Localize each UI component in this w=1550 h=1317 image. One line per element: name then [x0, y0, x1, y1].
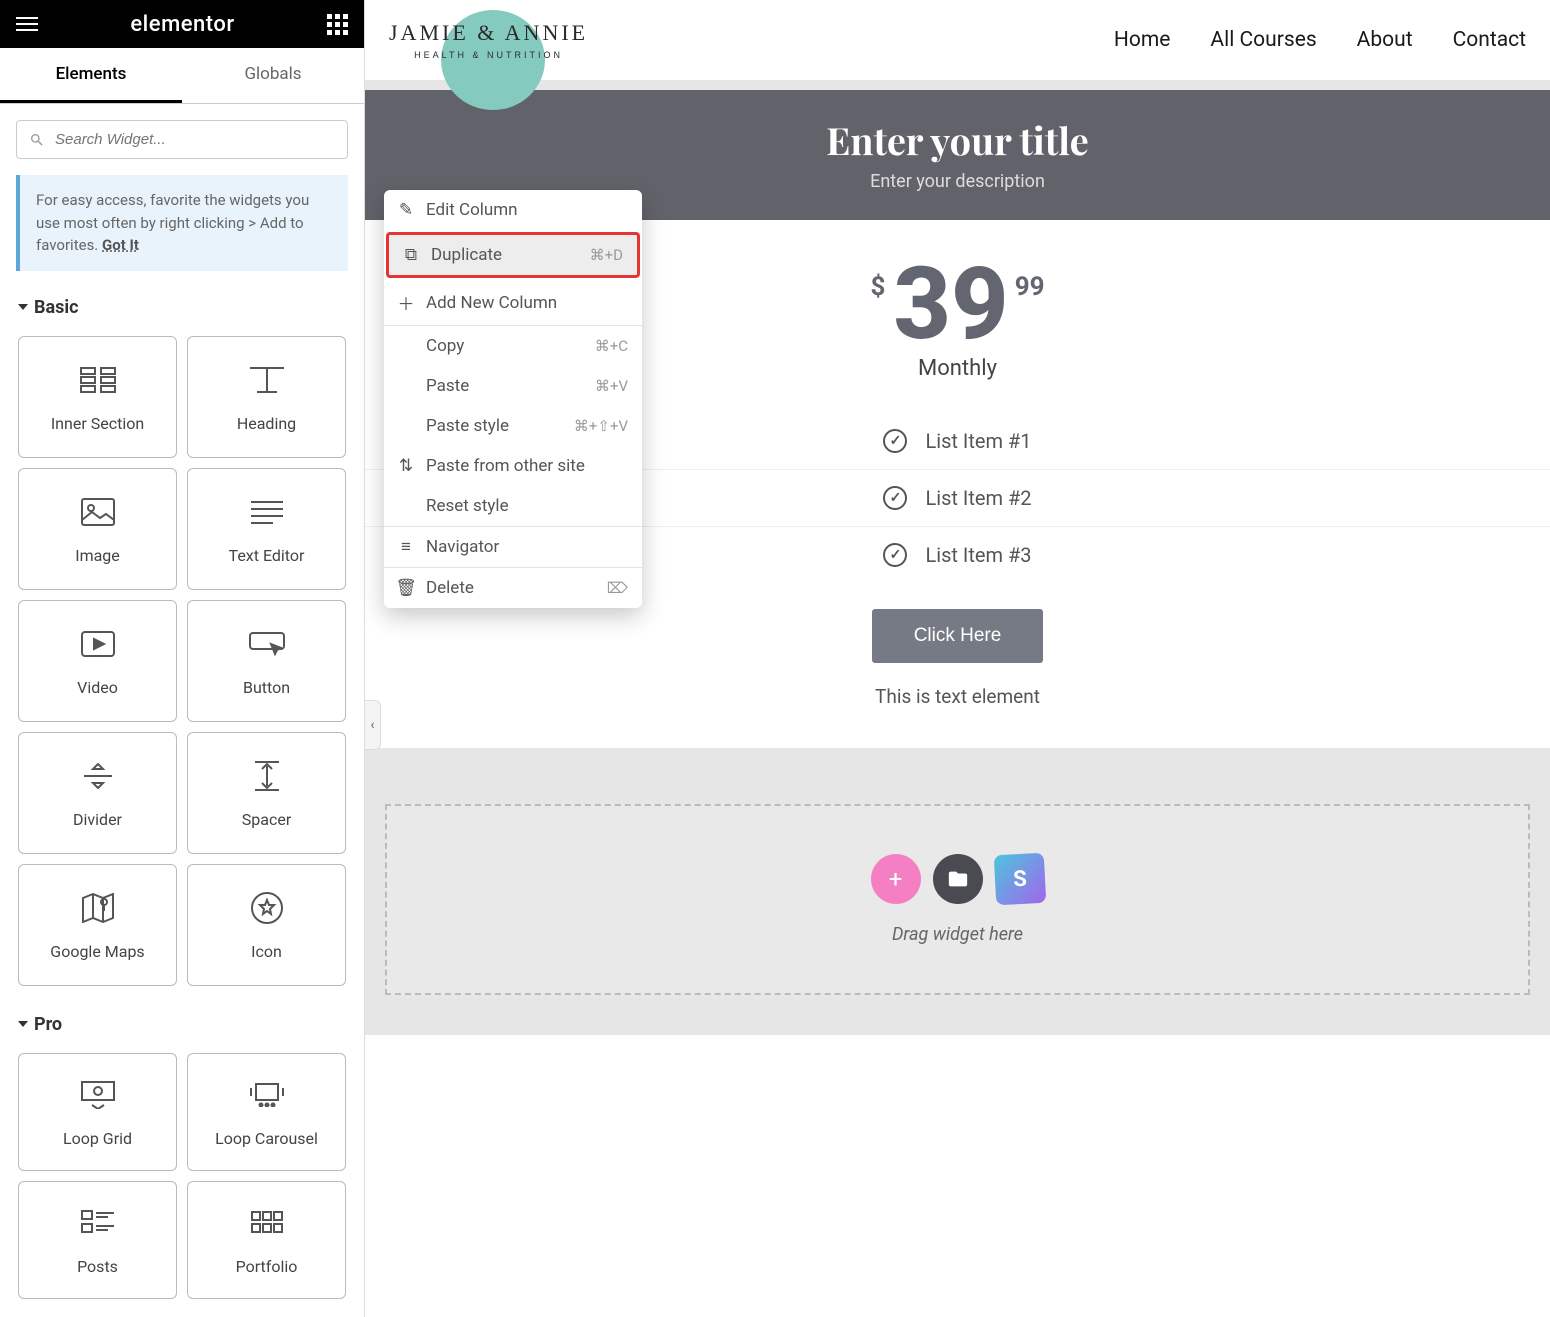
search-icon	[29, 132, 45, 148]
transfer-icon: ⇅	[398, 456, 414, 476]
posts-icon	[81, 1203, 115, 1243]
context-menu: ✎Edit Column ⧉Duplicate⌘+D ＋Add New Colu…	[384, 190, 642, 608]
ctx-copy[interactable]: Copy⌘+C	[384, 326, 642, 366]
price-cents: 99	[1015, 272, 1045, 302]
search-box[interactable]	[16, 120, 348, 159]
check-icon	[883, 543, 907, 567]
text-element: This is text element	[365, 685, 1550, 708]
section-basic[interactable]: Basic	[0, 287, 364, 328]
chevron-down-icon	[18, 1021, 28, 1027]
widget-inner-section[interactable]: Inner Section	[18, 336, 177, 458]
search-input[interactable]	[55, 131, 335, 148]
layers-icon: ≡	[398, 537, 414, 557]
ctx-duplicate[interactable]: ⧉Duplicate⌘+D	[386, 232, 640, 278]
widget-posts[interactable]: Posts	[18, 1181, 177, 1299]
tip-got-it[interactable]: Got It	[102, 236, 139, 254]
site-logo[interactable]: JAMIE & ANNIEHEALTH & NUTRITION	[389, 20, 588, 60]
apps-grid-icon[interactable]	[327, 14, 348, 35]
page-title: Enter your title	[365, 114, 1550, 165]
add-section-button[interactable]: +	[871, 854, 921, 904]
pencil-icon: ✎	[398, 200, 414, 220]
sidebar-header: elementor	[0, 0, 364, 48]
copy-icon: ⧉	[403, 245, 419, 265]
template-library-button[interactable]	[933, 854, 983, 904]
basic-widgets: Inner Section Heading Image Text Editor …	[0, 328, 364, 1004]
cta-button[interactable]: Click Here	[872, 609, 1044, 663]
sidebar-tabs: Elements Globals	[0, 48, 364, 104]
divider-icon	[83, 756, 113, 796]
nav-contact[interactable]: Contact	[1453, 28, 1526, 52]
drop-zone-text: Drag widget here	[387, 924, 1528, 945]
image-icon	[81, 492, 115, 532]
ctx-delete[interactable]: 🗑Delete⌦	[384, 568, 642, 608]
stylekit-button[interactable]: S	[993, 853, 1046, 906]
widget-google-maps[interactable]: Google Maps	[18, 864, 177, 986]
price-currency: $	[870, 272, 885, 302]
page-subtitle: Enter your description	[365, 171, 1550, 192]
plus-icon: ＋	[398, 290, 414, 315]
nav-home[interactable]: Home	[1114, 28, 1171, 52]
star-icon	[251, 888, 283, 928]
hamburger-icon[interactable]	[16, 17, 38, 31]
elementor-logo: elementor	[130, 12, 234, 37]
text-editor-icon	[250, 492, 284, 532]
tip-text: For easy access, favorite the widgets yo…	[36, 191, 309, 254]
heading-icon	[247, 360, 287, 400]
loop-grid-icon	[81, 1075, 115, 1115]
nav-about[interactable]: About	[1357, 28, 1413, 52]
inner-section-icon	[80, 360, 116, 400]
drop-zone[interactable]: + S Drag widget here	[385, 804, 1530, 995]
widget-heading[interactable]: Heading	[187, 336, 346, 458]
widget-text-editor[interactable]: Text Editor	[187, 468, 346, 590]
ctx-paste-style[interactable]: Paste style⌘+⇧+V	[384, 406, 642, 446]
widget-loop-grid[interactable]: Loop Grid	[18, 1053, 177, 1171]
trash-icon: 🗑	[398, 578, 414, 598]
site-nav: Home All Courses About Contact	[1114, 28, 1526, 52]
widget-button[interactable]: Button	[187, 600, 346, 722]
widget-loop-carousel[interactable]: Loop Carousel	[187, 1053, 346, 1171]
price-amount: 39	[893, 260, 1008, 350]
ctx-reset-style[interactable]: Reset style	[384, 486, 642, 526]
map-icon	[82, 888, 114, 928]
tab-globals[interactable]: Globals	[182, 48, 364, 103]
spacer-icon	[254, 756, 280, 796]
elementor-sidebar: elementor Elements Globals For easy acce…	[0, 0, 365, 1317]
tab-elements[interactable]: Elements	[0, 48, 182, 103]
pro-widgets: Loop Grid Loop Carousel Posts Portfolio	[0, 1045, 364, 1317]
widget-icon[interactable]: Icon	[187, 864, 346, 986]
ctx-edit-column[interactable]: ✎Edit Column	[384, 190, 642, 230]
ctx-add-new-column[interactable]: ＋Add New Column	[384, 280, 642, 325]
widget-image[interactable]: Image	[18, 468, 177, 590]
nav-all-courses[interactable]: All Courses	[1210, 28, 1316, 52]
check-icon	[883, 486, 907, 510]
video-icon	[81, 624, 115, 664]
site-header: JAMIE & ANNIEHEALTH & NUTRITION Home All…	[365, 0, 1550, 80]
portfolio-icon	[251, 1203, 283, 1243]
widget-video[interactable]: Video	[18, 600, 177, 722]
button-icon	[249, 624, 285, 664]
section-pro[interactable]: Pro	[0, 1004, 364, 1045]
ctx-navigator[interactable]: ≡Navigator	[384, 527, 642, 567]
widget-divider[interactable]: Divider	[18, 732, 177, 854]
ctx-paste[interactable]: Paste⌘+V	[384, 366, 642, 406]
loop-carousel-icon	[248, 1075, 286, 1115]
check-icon	[883, 429, 907, 453]
chevron-down-icon	[18, 304, 28, 310]
ctx-paste-from-other[interactable]: ⇅Paste from other site	[384, 446, 642, 486]
widget-spacer[interactable]: Spacer	[187, 732, 346, 854]
widget-portfolio[interactable]: Portfolio	[187, 1181, 346, 1299]
collapse-handle[interactable]: ‹	[365, 700, 381, 750]
tip-box: For easy access, favorite the widgets yo…	[16, 175, 348, 271]
